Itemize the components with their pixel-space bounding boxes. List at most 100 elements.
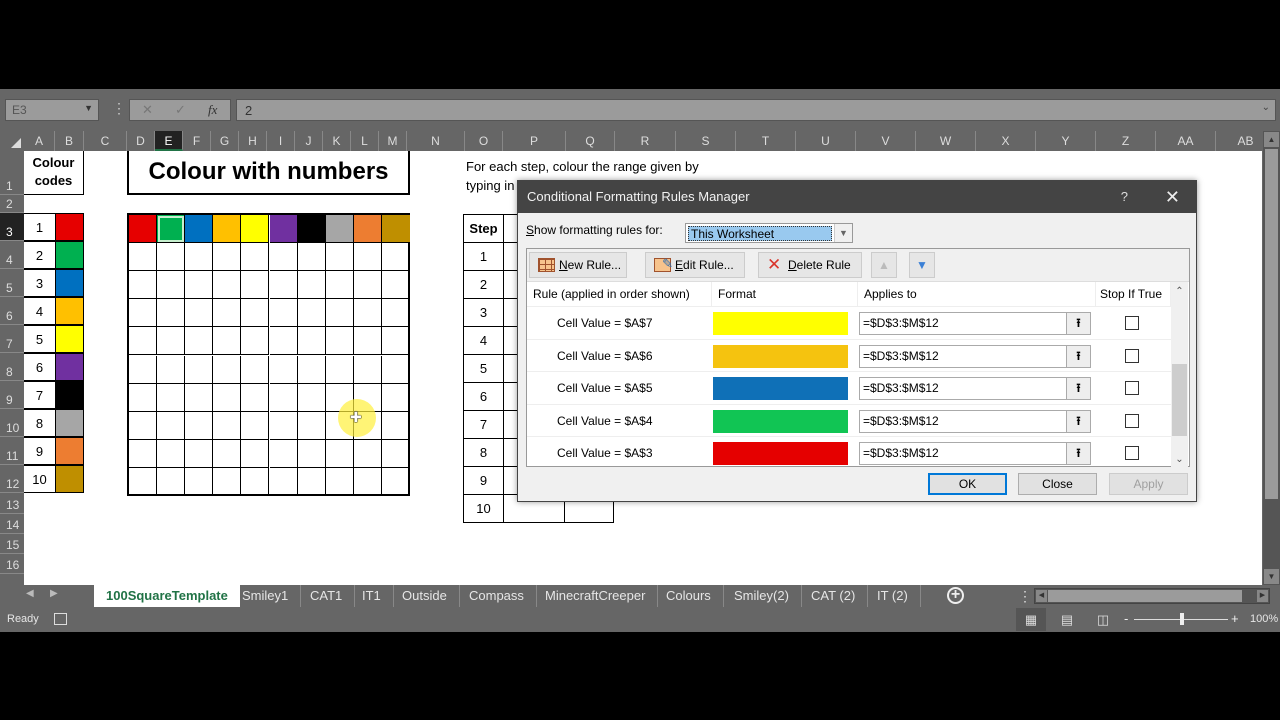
grid-cell[interactable] <box>241 383 270 412</box>
column-header[interactable]: X <box>976 131 1036 151</box>
rule-format-preview[interactable] <box>713 377 848 401</box>
stop-if-true-checkbox[interactable] <box>1125 413 1139 428</box>
step-number[interactable]: 8 <box>463 438 504 467</box>
new-rule-button[interactable]: New Rule... <box>529 252 627 278</box>
grid-cell[interactable] <box>381 384 410 412</box>
grid-cell[interactable] <box>325 271 354 300</box>
apply-button[interactable]: Apply <box>1109 473 1188 495</box>
row-header[interactable]: 1 <box>0 151 24 195</box>
grid-cell[interactable] <box>353 355 382 384</box>
grid-cell[interactable] <box>353 299 382 328</box>
row-header[interactable]: 7 <box>0 325 24 353</box>
zoom-out-button[interactable]: - <box>1124 611 1128 626</box>
stop-if-true-checkbox[interactable] <box>1125 348 1139 363</box>
column-header[interactable]: R <box>615 131 676 151</box>
applies-to-input[interactable]: =$D$3:$M$12 ⭱ <box>859 312 1091 335</box>
grid-cell[interactable] <box>325 327 354 356</box>
row-header[interactable]: 10 <box>0 409 24 437</box>
grid-cell[interactable] <box>213 467 242 496</box>
rule-row[interactable]: Cell Value = $A$5 =$D$3:$M$12 ⭱ <box>527 371 1171 404</box>
range-picker-icon[interactable]: ⭱ <box>1066 345 1090 367</box>
grid-cell[interactable] <box>269 383 298 412</box>
step-number[interactable]: 10 <box>463 494 504 523</box>
rules-scope-select[interactable]: This Worksheet ▼ <box>685 223 853 243</box>
grid-cell[interactable] <box>381 440 410 468</box>
zoom-in-button[interactable]: + <box>1231 611 1239 626</box>
grid-cell[interactable] <box>297 271 326 300</box>
step-header[interactable]: Step <box>463 214 504 243</box>
sheet-tab[interactable]: CAT (2) <box>799 585 869 607</box>
tab-splitter-icon[interactable]: ⋮ <box>1018 588 1032 605</box>
step-number[interactable]: 5 <box>463 354 504 383</box>
step-number[interactable]: 3 <box>463 298 504 327</box>
grid-cell[interactable] <box>241 215 270 244</box>
zoom-slider-thumb[interactable] <box>1180 613 1184 625</box>
insert-function-icon[interactable]: fx <box>208 102 217 118</box>
colour-code-number[interactable]: 4 <box>24 297 56 325</box>
applies-to-input[interactable]: =$D$3:$M$12 ⭱ <box>859 442 1091 466</box>
column-header[interactable]: N <box>407 131 465 151</box>
step-number[interactable]: 1 <box>463 242 504 271</box>
grid-cell[interactable] <box>213 327 242 356</box>
column-header[interactable]: V <box>856 131 916 151</box>
vertical-scroll-thumb[interactable] <box>1265 149 1278 499</box>
grid-cell[interactable] <box>129 467 158 496</box>
column-header[interactable]: O <box>465 131 503 151</box>
grid-cell[interactable] <box>157 439 186 468</box>
grid-cell[interactable] <box>129 383 158 412</box>
colour-code-swatch[interactable] <box>55 437 84 465</box>
colour-code-number[interactable]: 9 <box>24 437 56 465</box>
colour-code-number[interactable]: 2 <box>24 241 56 269</box>
grid-cell[interactable] <box>213 243 242 272</box>
grid-cell[interactable] <box>326 467 354 496</box>
colour-code-swatch[interactable] <box>55 269 84 297</box>
stop-if-true-checkbox[interactable] <box>1125 446 1139 461</box>
grid-cell[interactable] <box>129 299 158 328</box>
grid-cell[interactable] <box>157 299 186 328</box>
row-header[interactable]: 6 <box>0 297 24 325</box>
grid-cell[interactable] <box>298 467 326 496</box>
enter-icon[interactable]: ✓ <box>175 102 186 118</box>
close-button[interactable]: Close <box>1018 473 1097 495</box>
horizontal-scrollbar[interactable]: ◀ ▶ <box>1034 588 1270 604</box>
grid-cell[interactable] <box>157 411 186 440</box>
horizontal-scroll-thumb[interactable] <box>1048 590 1242 602</box>
grid-cell[interactable] <box>129 271 158 300</box>
column-header[interactable]: U <box>796 131 856 151</box>
expand-formula-bar-icon[interactable]: ⌄ <box>1262 102 1270 113</box>
column-header[interactable]: Q <box>566 131 615 151</box>
range-picker-icon[interactable]: ⭱ <box>1066 410 1090 432</box>
row-header[interactable]: 14 <box>0 514 24 534</box>
grid-cell[interactable] <box>353 215 382 244</box>
grid-cell[interactable] <box>129 215 158 244</box>
grid-cell[interactable] <box>381 215 410 244</box>
grid-cell[interactable] <box>297 327 326 356</box>
tab-scroll-right-icon[interactable]: ▶ <box>50 588 58 599</box>
colour-code-swatch[interactable] <box>55 465 84 493</box>
grid-cell[interactable] <box>269 243 298 272</box>
grid-cell[interactable] <box>157 271 186 300</box>
grid-cell[interactable] <box>241 411 270 440</box>
grid-cell[interactable] <box>185 355 214 384</box>
edit-rule-button[interactable]: ✎ Edit Rule... <box>645 252 745 278</box>
grid-cell[interactable] <box>241 439 270 468</box>
grid-cell[interactable] <box>297 411 326 440</box>
grid-cell[interactable] <box>157 467 186 496</box>
scroll-down-button[interactable]: ▼ <box>1264 569 1279 584</box>
range-picker-icon[interactable]: ⭱ <box>1066 313 1090 334</box>
rule-row[interactable]: Cell Value = $A$6 =$D$3:$M$12 ⭱ <box>527 338 1171 372</box>
grid-cell[interactable] <box>157 215 186 244</box>
grid-cell[interactable] <box>185 215 214 244</box>
row-header[interactable]: 12 <box>0 465 24 493</box>
vertical-scrollbar[interactable]: ▲ ▼ <box>1263 131 1280 585</box>
colour-code-number[interactable]: 3 <box>24 269 56 297</box>
rule-row[interactable]: Cell Value = $A$7 =$D$3:$M$12 ⭱ <box>527 306 1171 339</box>
grid-cell[interactable] <box>157 355 186 384</box>
rule-format-preview[interactable] <box>713 312 848 335</box>
zoom-level[interactable]: 100% <box>1250 613 1278 625</box>
scroll-right-button[interactable]: ▶ <box>1257 590 1268 602</box>
grid-cell[interactable] <box>325 439 354 468</box>
grid-cell[interactable] <box>381 412 410 440</box>
stop-if-true-checkbox[interactable] <box>1125 381 1139 396</box>
column-header[interactable]: T <box>736 131 796 151</box>
